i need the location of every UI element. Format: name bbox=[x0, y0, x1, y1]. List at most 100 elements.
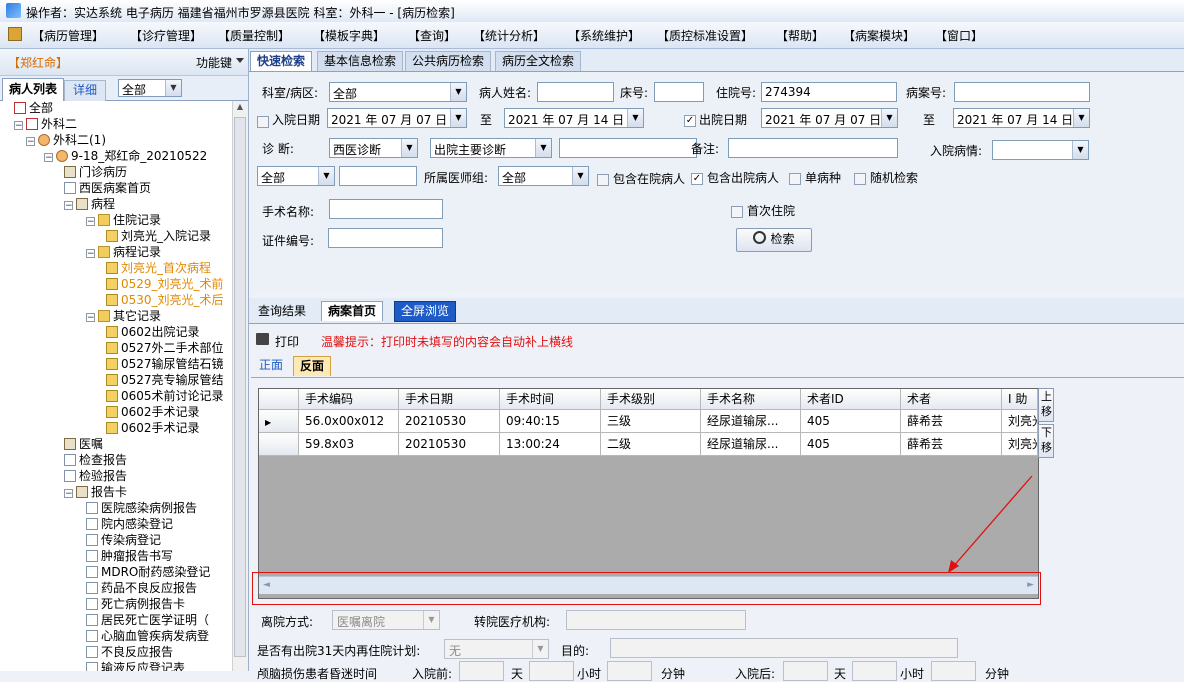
surgery-name-input[interactable] bbox=[329, 199, 443, 219]
purpose-input[interactable] bbox=[610, 638, 958, 658]
tree-node[interactable]: 传染病登记 bbox=[86, 533, 161, 548]
discharge-date-checkbox[interactable]: ✓ bbox=[684, 115, 696, 127]
tree-node[interactable]: − 病程记录 bbox=[86, 245, 161, 260]
coma-before-minutes[interactable] bbox=[607, 661, 652, 681]
chevron-down-icon[interactable]: ▼ bbox=[532, 640, 548, 658]
chevron-down-icon[interactable]: ▼ bbox=[165, 80, 181, 96]
func-key-button[interactable]: 功能键 bbox=[196, 54, 232, 71]
scroll-up-icon[interactable]: ▲ bbox=[234, 102, 246, 115]
admit-condition-select[interactable]: ▼ bbox=[992, 140, 1089, 160]
chevron-down-icon[interactable]: ▼ bbox=[450, 83, 466, 101]
readmit-plan-select[interactable]: 无 ▼ bbox=[444, 639, 549, 659]
tree-node[interactable]: 西医病案首页 bbox=[64, 181, 151, 196]
menu-qc-standards[interactable]: 【质控标准设置】 bbox=[657, 27, 753, 44]
menu-statistics[interactable]: 【统计分析】 bbox=[473, 27, 545, 44]
grid-cell[interactable]: 09:40:15 bbox=[500, 410, 601, 433]
menu-help[interactable]: 【帮助】 bbox=[776, 27, 824, 44]
range-filter-select[interactable]: 全部 ▼ bbox=[257, 166, 335, 186]
tree-node[interactable]: − 其它记录 bbox=[86, 309, 161, 324]
collapse-icon[interactable]: − bbox=[44, 153, 53, 163]
calendar-dropdown-icon[interactable]: ▼ bbox=[450, 109, 466, 127]
coma-after-days[interactable] bbox=[783, 661, 828, 681]
menu-treatment-mgmt[interactable]: 【诊疗管理】 bbox=[130, 27, 202, 44]
collapse-icon[interactable]: − bbox=[26, 137, 35, 147]
tree-scroll-thumb[interactable] bbox=[234, 117, 246, 657]
tree-node[interactable]: 门诊病历 bbox=[64, 165, 127, 180]
grid-column-header[interactable]: I 助 bbox=[1002, 389, 1038, 410]
func-key-dropdown-icon[interactable] bbox=[236, 58, 244, 63]
tab-case-front[interactable]: 病案首页 bbox=[321, 301, 384, 321]
range-filter-input[interactable] bbox=[339, 166, 417, 186]
grid-cell[interactable]: 20210530 bbox=[399, 410, 500, 433]
tree-node[interactable]: 刘亮光_入院记录 bbox=[106, 229, 211, 244]
grid-cell[interactable]: 20210530 bbox=[399, 433, 500, 456]
grid-cell[interactable]: 二级 bbox=[601, 433, 701, 456]
tab-basic-search[interactable]: 基本信息检索 bbox=[317, 51, 404, 71]
dept-select[interactable]: 全部 ▼ bbox=[329, 82, 467, 102]
tree-node[interactable]: 医院感染病例报告 bbox=[86, 501, 197, 516]
diagnosis-input[interactable] bbox=[559, 138, 697, 158]
move-up-button[interactable]: 上移 bbox=[1038, 388, 1054, 422]
coma-after-minutes[interactable] bbox=[931, 661, 976, 681]
tree-node[interactable]: 0527输尿管结石镜 bbox=[106, 357, 224, 372]
menu-system-maint[interactable]: 【系统维护】 bbox=[568, 27, 640, 44]
calendar-dropdown-icon[interactable]: ▼ bbox=[1073, 109, 1089, 127]
tab-patient-list[interactable]: 病人列表 bbox=[2, 78, 64, 101]
chevron-down-icon[interactable]: ▼ bbox=[423, 611, 439, 629]
chevron-down-icon[interactable]: ▼ bbox=[1072, 141, 1088, 159]
grid-cell[interactable]: 刘亮光 bbox=[1002, 433, 1038, 456]
grid-cell[interactable]: 刘亮光 bbox=[1002, 410, 1038, 433]
grid-column-header[interactable]: 术者ID bbox=[801, 389, 901, 410]
tree-node[interactable]: 心脑血管疾病发病登 bbox=[86, 629, 209, 644]
first-admit-checkbox[interactable] bbox=[731, 206, 743, 218]
menu-template-dict[interactable]: 【模板字典】 bbox=[313, 27, 385, 44]
include-discharged-checkbox[interactable]: ✓ bbox=[691, 173, 703, 185]
tree-node[interactable]: 死亡病例报告卡 bbox=[86, 597, 185, 612]
grid-cell[interactable]: 经尿道输尿... bbox=[701, 433, 801, 456]
tree-vertical-scrollbar[interactable]: ▲ bbox=[232, 101, 248, 671]
diagnosis-type-select[interactable]: 西医诊断 ▼ bbox=[329, 138, 418, 158]
tree-node[interactable]: 不良反应报告 bbox=[86, 645, 173, 660]
grid-column-header[interactable]: 手术时间 bbox=[500, 389, 601, 410]
chevron-down-icon[interactable]: ▼ bbox=[535, 139, 551, 157]
calendar-dropdown-icon[interactable]: ▼ bbox=[881, 109, 897, 127]
tree-node[interactable]: − 外科二(1) bbox=[26, 133, 106, 148]
grid-column-header[interactable]: 手术编码 bbox=[299, 389, 399, 410]
collapse-icon[interactable]: − bbox=[86, 249, 95, 259]
tree-node[interactable]: 院内感染登记 bbox=[86, 517, 173, 532]
tree-node[interactable]: − 报告卡 bbox=[64, 485, 127, 500]
row-selector[interactable] bbox=[259, 433, 299, 456]
tree-node[interactable]: 刘亮光_首次病程 bbox=[106, 261, 211, 276]
include-inpatient-checkbox[interactable] bbox=[597, 174, 609, 186]
menu-app-icon[interactable] bbox=[8, 27, 22, 41]
tree-node[interactable]: 全部 bbox=[14, 101, 53, 116]
menu-quality-control[interactable]: 【质量控制】 bbox=[218, 27, 290, 44]
coma-before-days[interactable] bbox=[459, 661, 504, 681]
transfer-org-input[interactable] bbox=[566, 610, 746, 630]
tree-node[interactable]: 检查报告 bbox=[64, 453, 127, 468]
tree-node[interactable]: 0602手术记录 bbox=[106, 421, 200, 436]
tab-fulltext-search[interactable]: 病历全文检索 bbox=[495, 51, 582, 71]
grid-column-header[interactable]: 手术级别 bbox=[601, 389, 701, 410]
patient-name-input[interactable] bbox=[537, 82, 614, 102]
tree-node[interactable]: 0527外二手术部位 bbox=[106, 341, 224, 356]
doctor-group-select[interactable]: 全部 ▼ bbox=[498, 166, 589, 186]
print-button[interactable]: 打印 bbox=[275, 333, 299, 350]
tree-node[interactable]: − 病程 bbox=[64, 197, 115, 212]
tree-node[interactable]: 0527亮专输尿管结 bbox=[106, 373, 224, 388]
tree-node[interactable]: 检验报告 bbox=[64, 469, 127, 484]
tab-quick-search[interactable]: 快速检索 bbox=[250, 51, 313, 71]
collapse-icon[interactable]: − bbox=[86, 313, 95, 323]
tree-node[interactable]: 输液反应登记表 bbox=[86, 661, 185, 671]
search-button[interactable]: 检索 bbox=[736, 228, 812, 252]
random-search-checkbox[interactable] bbox=[854, 173, 866, 185]
remark-input[interactable] bbox=[728, 138, 898, 158]
tree-node[interactable]: MDRO耐药感染登记 bbox=[86, 565, 210, 580]
patient-filter-select[interactable]: 全部 ▼ bbox=[118, 79, 182, 97]
tab-back-page[interactable]: 反面 bbox=[293, 356, 332, 376]
collapse-icon[interactable]: − bbox=[64, 201, 73, 211]
coma-after-hours[interactable] bbox=[852, 661, 897, 681]
grid-cell[interactable]: 405 bbox=[801, 433, 901, 456]
row-selector[interactable]: ▶ bbox=[259, 410, 299, 433]
tree-node[interactable]: 0602出院记录 bbox=[106, 325, 200, 340]
